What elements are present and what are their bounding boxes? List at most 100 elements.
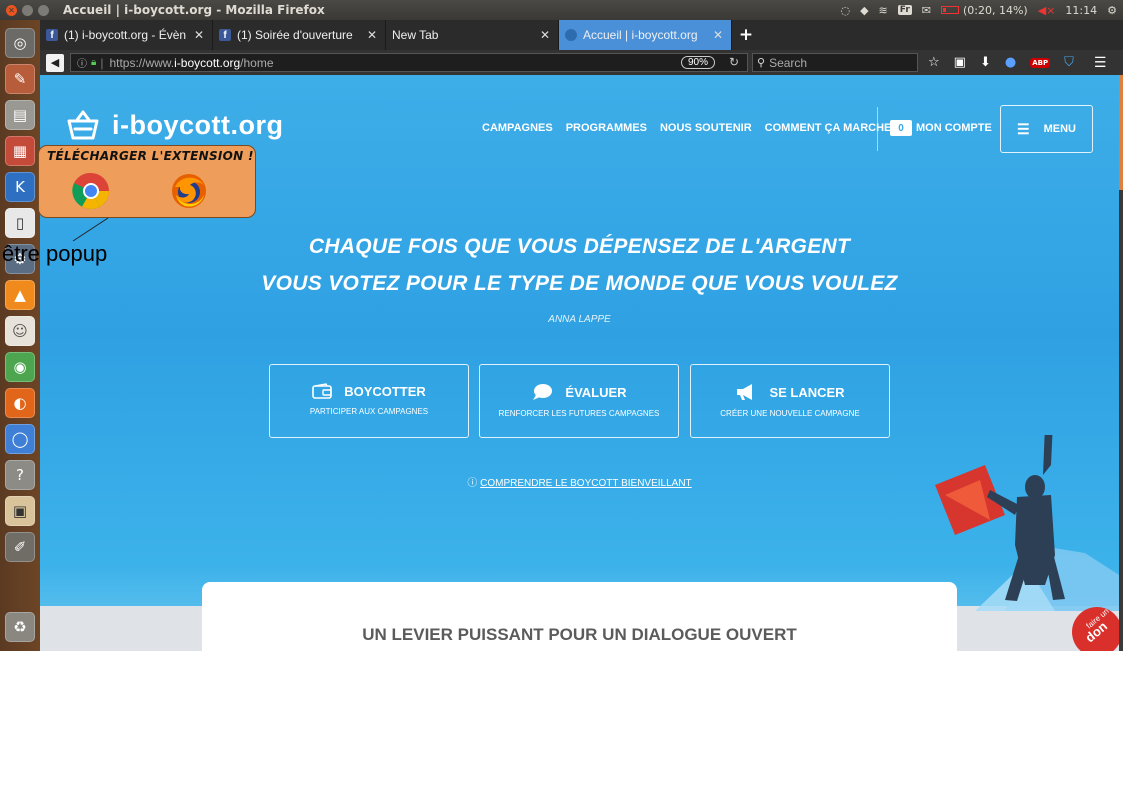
firefox-launcher-icon[interactable]: ◐: [5, 388, 35, 418]
avatar-app-icon[interactable]: ☺: [5, 316, 35, 346]
reload-icon[interactable]: ↻: [729, 55, 739, 69]
popup-title: TÉLÉCHARGER L'EXTENSION !: [47, 149, 254, 163]
account-count-badge: 0: [890, 120, 912, 136]
megaphone-icon: [737, 384, 753, 400]
archive-icon[interactable]: ▦: [5, 136, 35, 166]
tab-label: New Tab: [392, 28, 439, 42]
firefox-icon[interactable]: [171, 173, 207, 209]
chromium-launcher-icon[interactable]: ◯: [5, 424, 35, 454]
basket-icon: [67, 110, 99, 140]
url-domain: i-boycott.org: [174, 55, 241, 70]
extension-droplet-icon[interactable]: ●: [1005, 55, 1016, 70]
adblock-icon[interactable]: ABP: [1030, 57, 1051, 68]
unity-launcher: ◎ ✎ ▤ ▦ K ▯ ⚙ ▲ ☺ ◉ ◐ ◯ ? ▣ ✐ ♻: [0, 20, 40, 651]
browser-menu-icon[interactable]: ☰: [1094, 55, 1107, 71]
clipboard-icon[interactable]: ▣: [954, 55, 966, 70]
chrome-icon[interactable]: [72, 172, 110, 210]
tab-close-icon[interactable]: ✕: [711, 28, 725, 42]
cta-evaluer-button[interactable]: ÉVALUER RENFORCER LES FUTURES CAMPAGNES: [479, 364, 679, 438]
nav-nous-soutenir[interactable]: NOUS SOUTENIR: [660, 122, 752, 134]
hero-tagline-line1: CHAQUE FOIS QUE VOUS DÉPENSEZ DE L'ARGEN…: [308, 235, 851, 258]
settings-gear-icon[interactable]: ⚙: [1107, 4, 1117, 17]
nav-divider: [877, 107, 878, 151]
account-link[interactable]: 0 MON COMPTE: [890, 120, 992, 136]
back-button[interactable]: ◀: [46, 53, 64, 72]
site-main-nav: CAMPAGNES PROGRAMMES NOUS SOUTENIR COMME…: [482, 122, 891, 134]
files-icon[interactable]: ▤: [5, 100, 35, 130]
bookmark-star-icon[interactable]: ☆: [928, 55, 940, 70]
document-icon[interactable]: ▯: [5, 208, 35, 238]
window-title: Accueil | i-boycott.org - Mozilla Firefo…: [63, 3, 325, 17]
new-tab-button[interactable]: +: [732, 20, 760, 50]
cta-subtitle: PARTICIPER AUX CAMPAGNES: [309, 407, 429, 416]
tab-new-tab[interactable]: New Tab ✕: [386, 20, 559, 50]
tab-label: Accueil | i-boycott.org: [583, 28, 698, 42]
nav-campagnes[interactable]: CAMPAGNES: [482, 122, 553, 134]
window-minimize-button[interactable]: [22, 4, 33, 16]
kde-connect-icon[interactable]: K: [5, 172, 35, 202]
menu-label: MENU: [1043, 123, 1076, 135]
search-input[interactable]: ⚲ Search: [752, 53, 918, 72]
speech-bubble-icon: [533, 384, 553, 400]
browser-navigation-bar: ◀ ⓘ 🔒︎ | https://www. i-boycott.org/home …: [40, 50, 1123, 75]
account-label: MON COMPTE: [916, 122, 992, 134]
network-app-icon[interactable]: ◉: [5, 352, 35, 382]
facebook-icon: f: [219, 29, 231, 41]
search-icon: ⚲: [757, 57, 766, 69]
mail-icon[interactable]: ✉: [922, 4, 931, 17]
info-circle-icon: ⓘ: [467, 478, 478, 489]
sync-icon[interactable]: ◌: [840, 4, 850, 17]
search-placeholder: Search: [769, 55, 808, 70]
site-logo[interactable]: i-boycott.org: [66, 108, 283, 142]
cta-title: BOYCOTTER: [344, 383, 426, 399]
scrollbar-thumb[interactable]: [1119, 75, 1123, 190]
desktop-screen: ✕ Accueil | i-boycott.org - Mozilla Fire…: [0, 0, 1123, 651]
browser-tab-strip: f (1) i-boycott.org - Évèn ✕ f (1) Soiré…: [40, 20, 1123, 50]
url-bar[interactable]: ⓘ 🔒︎ | https://www. i-boycott.org/home 90…: [70, 53, 748, 72]
nav-comment-ca-marche[interactable]: COMMENT ÇA MARCHE: [765, 122, 892, 134]
trash-icon[interactable]: ♻: [5, 612, 35, 642]
system-tray: ◌ ◆ ≋ Fr ✉ (0:20, 14%) ◀× 11:14 ⚙: [840, 0, 1117, 20]
battery-icon[interactable]: [941, 6, 959, 14]
hero-tagline-line2: VOUS VOTEZ POUR LE TYPE DE MONDE QUE VOU…: [261, 272, 898, 295]
window-close-button[interactable]: ✕: [6, 4, 17, 16]
tab-facebook-soiree[interactable]: f (1) Soirée d'ouverture ✕: [213, 20, 386, 50]
help-icon[interactable]: ?: [5, 460, 35, 490]
tab-label: (1) Soirée d'ouverture: [237, 28, 353, 42]
image-viewer-icon[interactable]: ▣: [5, 496, 35, 526]
vlc-icon[interactable]: ▲: [5, 280, 35, 310]
tab-close-icon[interactable]: ✕: [192, 28, 206, 42]
info-icon[interactable]: ⓘ: [77, 55, 87, 70]
hamburger-icon: ☰: [1017, 120, 1030, 137]
page-scrollbar[interactable]: [1119, 75, 1123, 651]
nav-programmes[interactable]: PROGRAMMES: [566, 122, 647, 134]
dash-home-icon[interactable]: ◎: [5, 28, 35, 58]
system-tools-icon[interactable]: ✎: [5, 64, 35, 94]
lock-icon[interactable]: 🔒︎: [91, 57, 96, 68]
cta-se-lancer-button[interactable]: SE LANCER CRÉER UNE NOUVELLE CAMPAGNE: [690, 364, 890, 438]
tab-facebook-event[interactable]: f (1) i-boycott.org - Évèn ✕: [40, 20, 213, 50]
cta-boycotter-button[interactable]: BOYCOTTER PARTICIPER AUX CAMPAGNES: [269, 364, 469, 438]
battery-status: (0:20, 14%): [963, 3, 1028, 17]
content-card: UN LEVIER PUISSANT POUR UN DIALOGUE OUVE…: [202, 582, 957, 651]
iboycott-extension-icon[interactable]: ⛉: [1064, 55, 1074, 70]
volume-icon[interactable]: ◀×: [1038, 4, 1056, 17]
extension-download-popup: TÉLÉCHARGER L'EXTENSION !: [38, 145, 256, 218]
tab-close-icon[interactable]: ✕: [538, 28, 552, 42]
popup-annotation-label: être popup: [2, 241, 108, 266]
donate-badge[interactable]: faire un don: [1072, 607, 1119, 651]
card-title: UN LEVIER PUISSANT POUR UN DIALOGUE OUVE…: [362, 625, 797, 644]
window-maximize-button[interactable]: [38, 4, 49, 16]
clock[interactable]: 11:14: [1065, 4, 1097, 17]
tab-close-icon[interactable]: ✕: [365, 28, 379, 42]
zoom-indicator[interactable]: 90%: [680, 56, 715, 69]
dropbox-icon[interactable]: ◆: [860, 4, 868, 17]
system-top-panel: ✕ Accueil | i-boycott.org - Mozilla Fire…: [0, 0, 1123, 20]
gimp-icon[interactable]: ✐: [5, 532, 35, 562]
tab-accueil-active[interactable]: Accueil | i-boycott.org ✕: [559, 20, 732, 50]
menu-button[interactable]: ☰ MENU: [1000, 105, 1093, 153]
download-icon[interactable]: ⬇: [980, 55, 991, 70]
toolbar-icons: ☆ ▣ ⬇ ● ABP ⛉: [928, 55, 1074, 70]
wifi-icon[interactable]: ≋: [879, 4, 888, 17]
keyboard-layout-indicator[interactable]: Fr: [897, 5, 912, 15]
